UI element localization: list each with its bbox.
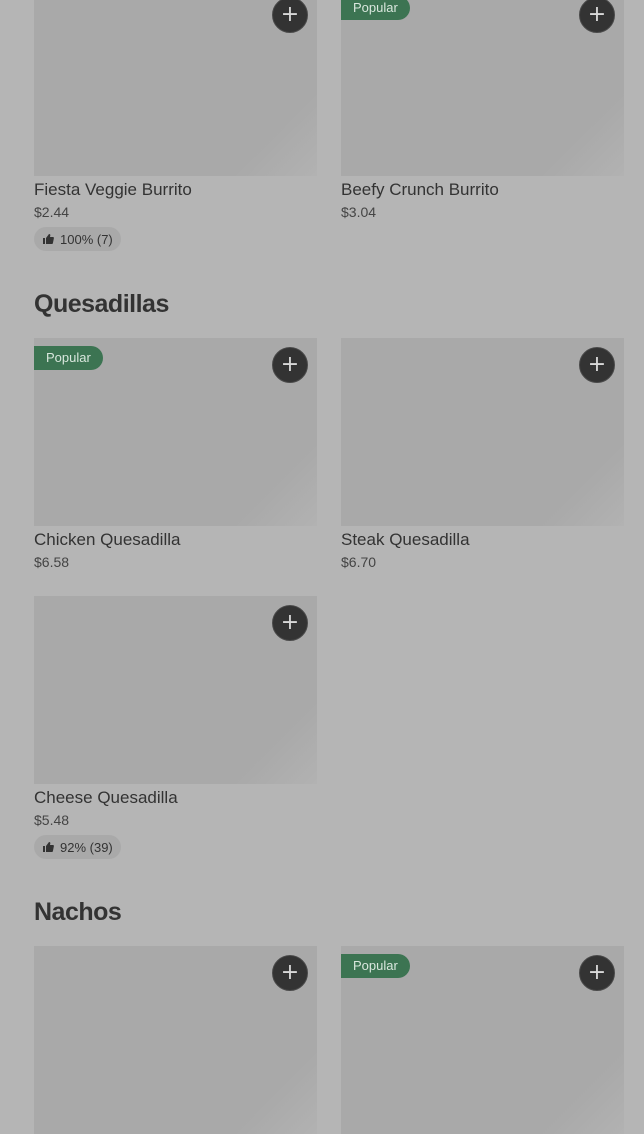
add-item-button[interactable]: + bbox=[579, 955, 615, 991]
plus-icon: + bbox=[280, 610, 300, 635]
item-price: $5.48 bbox=[34, 812, 70, 828]
add-item-button[interactable]: + bbox=[579, 0, 615, 33]
plus-icon: + bbox=[587, 352, 607, 377]
menu-item-card[interactable]: + Steak Quesadilla $6.70 bbox=[341, 338, 624, 571]
popular-badge: Popular bbox=[341, 954, 410, 978]
item-image[interactable]: + bbox=[341, 338, 624, 526]
menu-item-card[interactable]: + Fiesta Veggie Burrito $2.44 100% (7) bbox=[34, 0, 317, 251]
item-image[interactable]: + bbox=[34, 0, 317, 176]
menu-item-card[interactable]: + bbox=[34, 946, 317, 1134]
add-item-button[interactable]: + bbox=[579, 347, 615, 383]
item-image[interactable]: + bbox=[34, 596, 317, 784]
item-name: Steak Quesadilla bbox=[341, 530, 470, 549]
item-name: Fiesta Veggie Burrito bbox=[34, 180, 192, 199]
add-item-button[interactable]: + bbox=[272, 0, 308, 33]
section-title: Quesadillas bbox=[34, 290, 169, 318]
item-price: $3.04 bbox=[341, 204, 377, 220]
rating-text: 100% (7) bbox=[60, 231, 113, 247]
item-image[interactable]: + bbox=[34, 946, 317, 1134]
add-item-button[interactable]: + bbox=[272, 955, 308, 991]
plus-icon: + bbox=[587, 960, 607, 985]
plus-icon: + bbox=[280, 2, 300, 27]
rating-badge: 92% (39) bbox=[34, 835, 121, 859]
item-price: $2.44 bbox=[34, 204, 70, 220]
item-image[interactable]: Popular + bbox=[341, 946, 624, 1134]
thumbs-up-icon bbox=[43, 234, 54, 244]
plus-icon: + bbox=[587, 2, 607, 27]
section-title: Nachos bbox=[34, 898, 122, 926]
menu-item-card[interactable]: Popular + bbox=[341, 946, 624, 1134]
item-name: Beefy Crunch Burrito bbox=[341, 180, 499, 199]
item-image[interactable]: Popular + bbox=[34, 338, 317, 526]
rating-text: 92% (39) bbox=[60, 839, 113, 855]
item-image[interactable]: Popular + bbox=[341, 0, 624, 176]
item-price: $6.58 bbox=[34, 554, 70, 570]
plus-icon: + bbox=[280, 352, 300, 377]
item-name: Cheese Quesadilla bbox=[34, 788, 178, 807]
rating-badge: 100% (7) bbox=[34, 227, 121, 251]
item-name: Chicken Quesadilla bbox=[34, 530, 181, 549]
menu-item-card[interactable]: + Cheese Quesadilla $5.48 92% (39) bbox=[34, 596, 317, 859]
add-item-button[interactable]: + bbox=[272, 605, 308, 641]
thumbs-up-icon bbox=[43, 842, 54, 852]
item-price: $6.70 bbox=[341, 554, 377, 570]
popular-badge: Popular bbox=[34, 346, 103, 370]
menu-item-card[interactable]: Popular + Chicken Quesadilla $6.58 bbox=[34, 338, 317, 571]
popular-badge: Popular bbox=[341, 0, 410, 20]
add-item-button[interactable]: + bbox=[272, 347, 308, 383]
plus-icon: + bbox=[280, 960, 300, 985]
menu-item-card[interactable]: Popular + Beefy Crunch Burrito $3.04 bbox=[341, 0, 624, 221]
